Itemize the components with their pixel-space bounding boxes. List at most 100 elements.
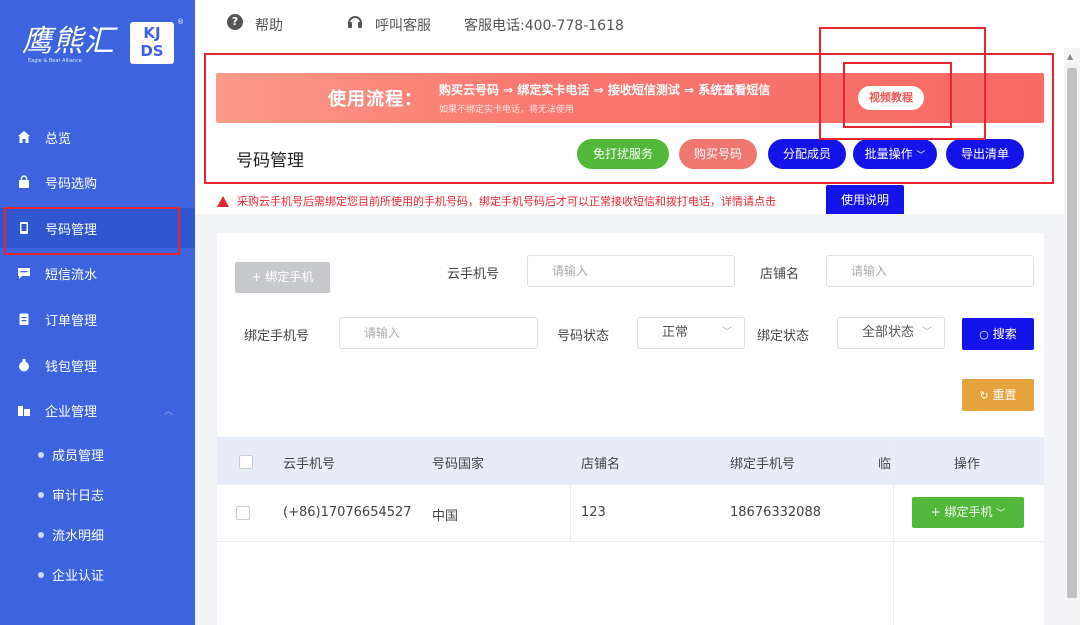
help-icon[interactable]: ? (227, 14, 243, 30)
column-header: 号码国家 (432, 457, 485, 472)
sidebar-subitem-label: 审计日志 (52, 489, 105, 504)
binding-warning: 采购云手机号后需绑定您目前所使用的手机号码，绑定手机号码后才可以正常接收短信和拨… (217, 193, 776, 209)
column-divider (570, 485, 571, 541)
column-header: 绑定手机号 (730, 457, 796, 472)
row-bind-phone-label: + 绑定手机 (930, 505, 993, 519)
row-divider (217, 541, 1044, 542)
export-list-button[interactable]: 导出清单 (946, 139, 1024, 169)
bullet-icon (38, 491, 44, 498)
batch-operation-dropdown[interactable]: 批量操作 ﹀ (853, 139, 937, 169)
sidebar-item-number-shop[interactable]: 号码选购 (0, 162, 195, 202)
cloud-phone-cell: (+86)17076654527 (283, 505, 412, 520)
logo-badge: KJ DS (130, 22, 174, 64)
no-disturb-button[interactable]: 免打扰服务 (577, 139, 669, 169)
select-all-checkbox[interactable] (239, 455, 253, 469)
sidebar-subitem-members[interactable]: 成员管理 (38, 445, 104, 464)
shop-name-label: 店铺名 (760, 267, 800, 282)
banner-steps: 购买云号码 ⇒ 绑定实卡电话 ⇒ 接收短信测试 ⇒ 系统查看短信 (439, 83, 771, 97)
search-button-label: 搜索 (992, 327, 1017, 341)
building-icon (17, 403, 31, 417)
service-phone: 客服电话:400-778-1618 (464, 18, 624, 34)
shop-cell: 123 (581, 505, 606, 520)
scrollbar-thumb[interactable] (1067, 68, 1077, 598)
logo: 鹰熊汇 Eagle & Bear Alliance KJ DS ® (18, 14, 184, 72)
reset-button[interactable]: ↻ 重置 (962, 379, 1034, 411)
refresh-icon: ↻ (979, 389, 989, 402)
scroll-up-icon[interactable]: ▲ (1067, 52, 1073, 61)
message-icon (17, 266, 31, 280)
home-icon (17, 130, 31, 144)
sidebar-item-orders[interactable]: 订单管理 (0, 299, 195, 339)
filter-table-panel (217, 233, 1044, 625)
bag-icon (17, 175, 31, 189)
sidebar-item-label: 总览 (45, 131, 72, 147)
chevron-down-icon: ﹀ (996, 509, 1006, 519)
wallet-icon (17, 358, 31, 372)
buy-number-button[interactable]: 购买号码 (679, 139, 757, 169)
bound-phone-cell: 18676332088 (730, 505, 821, 520)
sidebar-item-overview[interactable]: 总览 (0, 117, 195, 157)
sidebar-subitem-enterprise-auth[interactable]: 企业认证 (38, 565, 104, 584)
cloud-phone-input[interactable]: 请输入 (527, 255, 735, 287)
video-tutorial-button[interactable]: 视频教程 (858, 86, 924, 110)
bind-status-label: 绑定状态 (757, 329, 810, 344)
bind-status-value: 全部状态 (862, 325, 915, 340)
sidebar-subitem-audit-log[interactable]: 审计日志 (38, 485, 104, 504)
chevron-down-icon: ﹀ (916, 151, 926, 161)
sidebar-item-label: 企业管理 (45, 404, 98, 420)
usage-flow-banner: 使用流程： 购买云号码 ⇒ 绑定实卡电话 ⇒ 接收短信测试 ⇒ 系统查看短信 如… (216, 73, 1044, 123)
sidebar-item-label: 钱包管理 (45, 359, 98, 375)
sidebar-item-label: 订单管理 (45, 313, 98, 329)
row-checkbox[interactable] (236, 506, 250, 520)
chevron-down-icon: ﹀ (722, 327, 732, 338)
column-header: 临 (878, 457, 892, 472)
table-header: 云手机号 号码国家 店铺名 绑定手机号 临 操作 (217, 437, 1044, 485)
sidebar-item-enterprise[interactable]: 企业管理 ︿ (0, 390, 195, 430)
clipboard-icon (17, 312, 31, 326)
bullet-icon (38, 451, 44, 458)
sidebar-item-wallet[interactable]: 钱包管理 (0, 345, 195, 385)
number-status-value: 正常 (662, 325, 689, 340)
top-bar: ? 帮助 呼叫客服 客服电话:400-778-1618 (195, 0, 1080, 48)
help-link[interactable]: 帮助 (255, 15, 283, 35)
headset-icon[interactable] (347, 14, 363, 30)
bind-phone-button[interactable]: + 绑定手机 (235, 262, 330, 293)
bind-phone-label: 绑定手机号 (244, 329, 310, 344)
sidebar-subitem-label: 成员管理 (52, 449, 105, 464)
sidebar-item-label: 号码选购 (45, 176, 98, 192)
banner-note: 如果不绑定实卡电话，将无法使用 (439, 105, 575, 115)
bind-phone-input[interactable]: 请输入 (339, 317, 538, 349)
row-bind-phone-dropdown[interactable]: + 绑定手机 ﹀ (912, 497, 1024, 528)
bind-status-select[interactable]: 全部状态 ﹀ (837, 317, 945, 349)
sidebar-subitem-label: 企业认证 (52, 569, 105, 584)
sidebar: 鹰熊汇 Eagle & Bear Alliance KJ DS ® 总览 号码选… (0, 0, 195, 625)
cloud-phone-label: 云手机号 (447, 267, 500, 282)
sidebar-item-sms-log[interactable]: 短信流水 (0, 253, 195, 293)
country-cell: 中国 (432, 509, 459, 524)
chevron-down-icon: ﹀ (922, 327, 932, 338)
usage-guide-button[interactable]: 使用说明 (826, 185, 904, 216)
banner-title: 使用流程： (328, 89, 423, 110)
logo-sub: Eagle & Bear Alliance (28, 58, 82, 64)
assign-member-button[interactable]: 分配成员 (768, 139, 846, 169)
customer-service-link[interactable]: 呼叫客服 (375, 15, 431, 35)
number-status-label: 号码状态 (557, 329, 610, 344)
batch-operation-label: 批量操作 (864, 147, 913, 161)
page-title: 号码管理 (236, 151, 304, 171)
search-icon: ○ (979, 328, 989, 341)
logo-text: 鹰熊汇 (22, 24, 115, 59)
reset-button-label: 重置 (992, 388, 1017, 402)
bullet-icon (38, 531, 44, 538)
sidebar-subitem-flow-detail[interactable]: 流水明细 (38, 525, 104, 544)
search-button[interactable]: ○ 搜索 (962, 318, 1034, 350)
sidebar-subitem-label: 流水明细 (52, 529, 105, 544)
chevron-up-icon: ︿ (163, 406, 173, 417)
column-header: 操作 (954, 457, 981, 472)
column-divider (893, 437, 894, 625)
column-header: 店铺名 (581, 457, 621, 472)
bullet-icon (38, 571, 44, 578)
warning-text: 采购云手机号后需绑定您目前所使用的手机号码，绑定手机号码后才可以正常接收短信和拨… (237, 195, 776, 208)
number-status-select[interactable]: 正常 ﹀ (637, 317, 745, 349)
shop-name-input[interactable]: 请输入 (826, 255, 1034, 287)
highlight-box (4, 207, 180, 255)
